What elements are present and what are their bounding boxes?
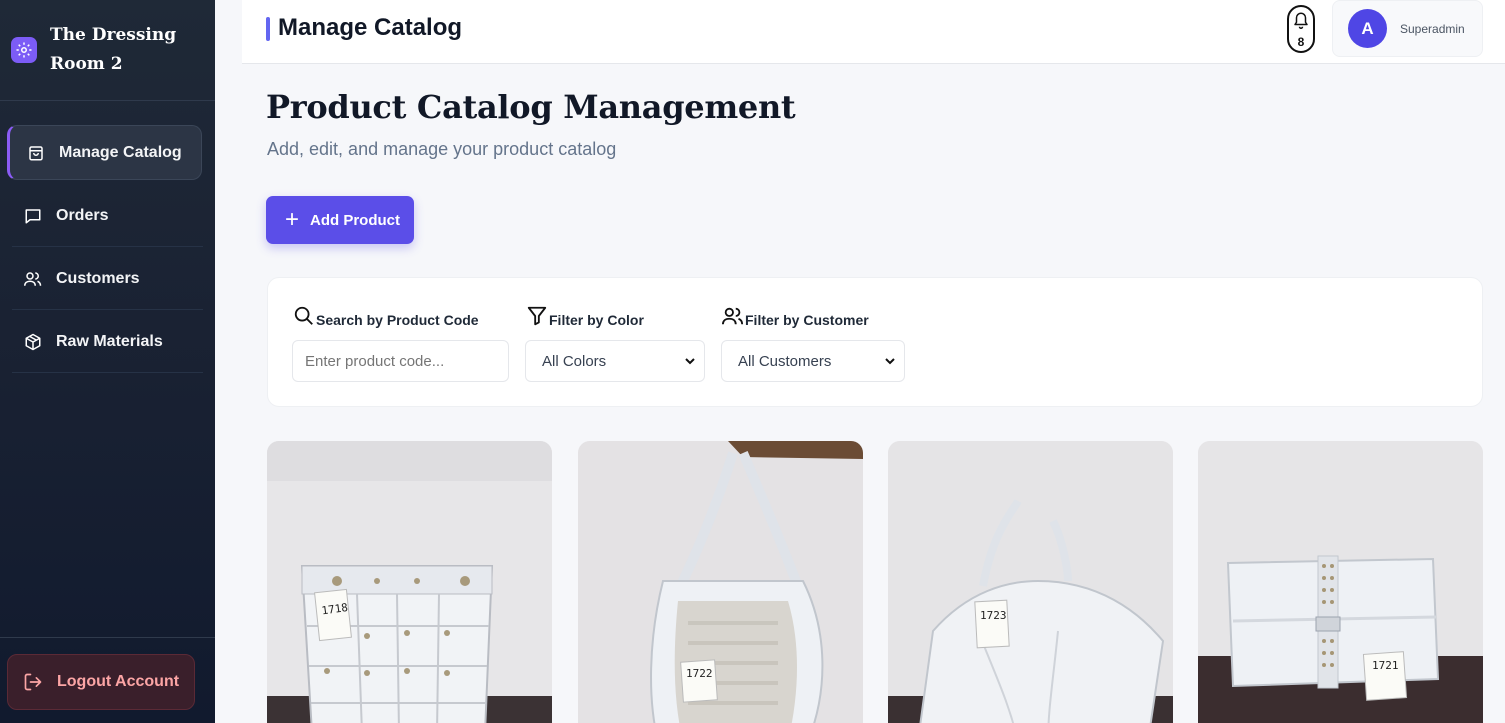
customer-filter: Filter by Customer All Customers [721,302,905,382]
gear-icon [11,37,37,63]
sidebar-item-manage-catalog[interactable]: Manage Catalog [7,125,202,180]
color-label-text: Filter by Color [549,312,644,328]
users-icon [721,304,745,328]
search-input[interactable] [292,340,509,382]
sidebar-item-label: Orders [56,206,109,224]
customer-select[interactable]: All Customers [721,340,905,382]
header-accent-bar [266,17,270,41]
product-card[interactable]: 1722 [578,441,863,723]
page-title: Product Catalog Management [266,88,796,126]
brand-name: The Dressing Room 2 [50,25,177,74]
sidebar-item-customers[interactable]: Customers [0,247,215,310]
avatar: A [1348,9,1387,48]
color-label: Filter by Color [525,302,705,328]
search-label-text: Search by Product Code [316,312,479,328]
shopping-bag-icon [26,143,46,163]
product-tag: 1721 [1372,659,1399,672]
users-icon [23,269,43,289]
logout-label: Logout Account [57,673,180,690]
filter-panel: Search by Product Code Filter by Color A… [267,277,1483,407]
filter-icon [525,304,549,328]
logout-button[interactable]: Logout Account [7,654,195,710]
logout-icon [23,671,45,693]
package-icon [23,332,43,352]
user-menu[interactable]: A Superadmin [1332,0,1483,57]
add-product-button[interactable]: + Add Product [266,196,414,244]
page-subtitle: Add, edit, and manage your product catal… [267,139,617,159]
sidebar-item-orders[interactable]: Orders [0,184,215,247]
product-tag: 1723 [980,609,1007,622]
sidebar-item-raw-materials[interactable]: Raw Materials [0,310,215,373]
product-image: 1718 [267,441,552,723]
sidebar-nav: Manage Catalog Orders Customers Raw Mate… [0,101,215,373]
brand: The Dressing Room 2 [0,0,215,101]
product-image: 1721 [1198,441,1483,723]
product-tag: 1722 [686,667,713,680]
plus-icon: + [285,206,300,233]
color-filter: Filter by Color All Colors [525,302,705,382]
sidebar: The Dressing Room 2 Manage Catalog Order… [0,0,215,723]
chevron-down-icon [884,354,896,372]
product-image: 1723 [888,441,1173,723]
customer-label: Filter by Customer [721,302,905,328]
search-filter: Search by Product Code [292,302,509,382]
divider [0,637,215,638]
notification-count: 8 [1297,35,1305,49]
sidebar-item-label: Customers [56,269,140,287]
color-select[interactable]: All Colors [525,340,705,382]
message-square-icon [23,206,43,226]
color-select-value: All Colors [542,352,607,370]
sidebar-item-label: Manage Catalog [59,143,182,161]
user-name: Superadmin [1400,21,1465,36]
sidebar-item-label: Raw Materials [56,332,163,350]
product-card[interactable]: 1721 [1198,441,1483,723]
customer-label-text: Filter by Customer [745,312,869,328]
customer-select-value: All Customers [738,352,832,370]
product-card[interactable]: 1718 [267,441,552,723]
notifications-button[interactable]: 8 [1287,5,1315,53]
bell-icon [1292,10,1310,35]
add-product-label: Add Product [310,211,401,229]
header-title: Manage Catalog [278,14,463,41]
top-header: Manage Catalog 8 A Superadmin [242,0,1505,64]
search-icon [292,304,316,328]
product-image: 1722 [578,441,863,723]
chevron-down-icon [684,354,696,372]
search-label: Search by Product Code [292,302,509,328]
product-card[interactable]: 1723 [888,441,1173,723]
